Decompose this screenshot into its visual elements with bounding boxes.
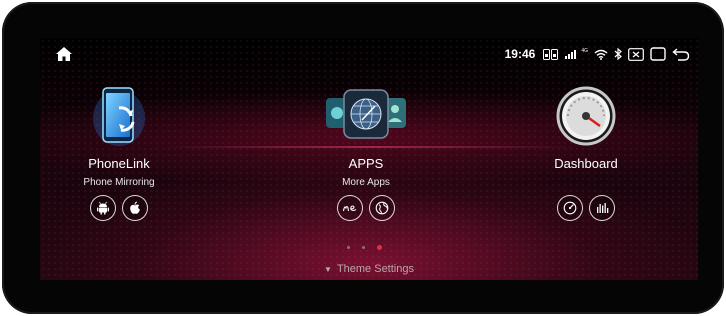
- globe-icon: [375, 201, 389, 215]
- phonelink-icon[interactable]: [59, 84, 179, 148]
- theme-settings-label: Theme Settings: [336, 263, 414, 275]
- app-subtitle: [526, 177, 646, 189]
- signal-bars-icon: [565, 49, 579, 59]
- gauge-button[interactable]: [557, 195, 583, 221]
- app-title: APPS: [348, 156, 384, 171]
- apple-icon: [130, 201, 140, 214]
- me-app-button[interactable]: [337, 195, 363, 221]
- app-apps[interactable]: APPS More Apps: [306, 84, 426, 223]
- status-bar: 19:46 4G: [505, 42, 690, 66]
- close-window-button[interactable]: [628, 47, 644, 61]
- network-type-label: 4G: [581, 48, 588, 54]
- chevron-down-icon: ▼: [324, 265, 332, 274]
- wifi-icon: [594, 49, 608, 60]
- dashboard-icon[interactable]: [526, 84, 646, 148]
- equalizer-button[interactable]: [589, 195, 615, 221]
- app-phonelink[interactable]: PhoneLink Phone Mirroring: [59, 84, 179, 223]
- home-button[interactable]: [50, 42, 78, 66]
- app-title: PhoneLink: [88, 156, 150, 171]
- equalizer-icon: [597, 203, 609, 213]
- app-subtitle: Phone Mirroring: [83, 177, 155, 188]
- page-dot[interactable]: [347, 246, 350, 249]
- page-dot[interactable]: [362, 246, 365, 249]
- android-icon: [97, 201, 109, 215]
- home-icon: [56, 47, 72, 61]
- head-unit-screen: 19:46 4G PhoneLink Phone Mirroring APPS …: [40, 38, 698, 280]
- android-mirroring-button[interactable]: [90, 195, 116, 221]
- app-title: Dashboard: [554, 156, 618, 171]
- theme-settings-button[interactable]: ▼ Theme Settings: [40, 263, 698, 275]
- page-dot-active[interactable]: [377, 245, 382, 250]
- app-subtitle: More Apps: [342, 177, 390, 188]
- app-dashboard[interactable]: Dashboard: [526, 84, 646, 223]
- sim-card-icon: [543, 48, 559, 60]
- page-indicator: [347, 245, 382, 250]
- status-time: 19:46: [504, 47, 536, 61]
- apple-mirroring-button[interactable]: [122, 195, 148, 221]
- browser-button[interactable]: [369, 195, 395, 221]
- apps-icon[interactable]: [306, 84, 426, 148]
- gauge-icon: [563, 201, 577, 215]
- bluetooth-icon: [614, 48, 622, 60]
- recent-apps-button[interactable]: [650, 47, 666, 61]
- back-button[interactable]: [672, 47, 690, 61]
- me-icon: [342, 205, 357, 212]
